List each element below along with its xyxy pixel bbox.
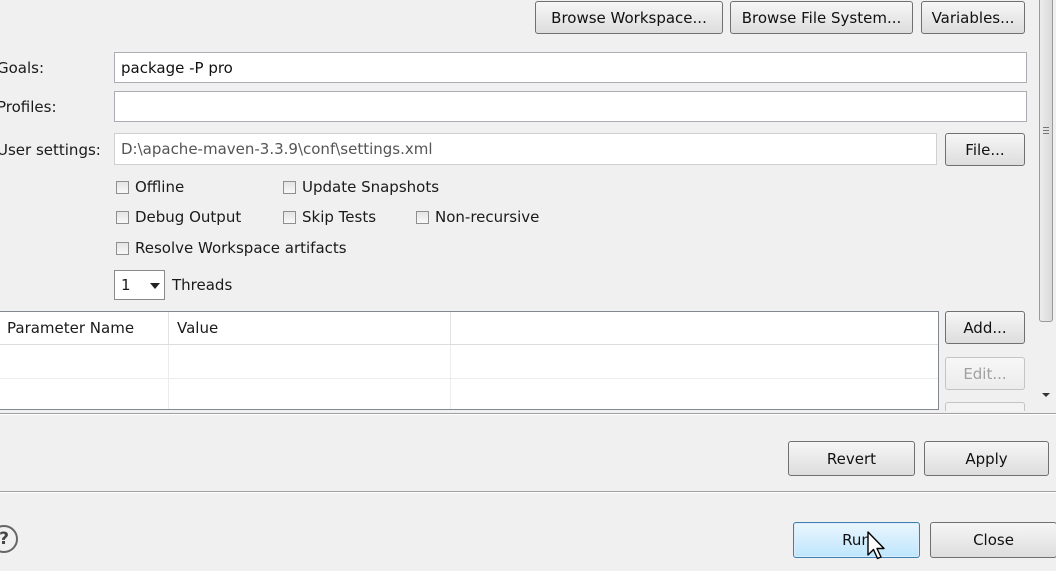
chevron-down-icon[interactable]	[146, 271, 164, 299]
column-header-filler	[450, 312, 938, 345]
threads-combo[interactable]: 1	[114, 270, 165, 300]
close-button[interactable]: Close	[930, 522, 1056, 558]
browse-workspace-button[interactable]: Browse Workspace...	[535, 1, 723, 34]
separator-top	[0, 413, 1056, 415]
update-snapshots-checkbox-label: Update Snapshots	[302, 178, 440, 196]
column-header-value[interactable]: Value	[168, 312, 451, 345]
non-recursive-checkbox-label: Non-recursive	[435, 208, 540, 226]
table-header-row: Parameter Name Value	[0, 312, 938, 345]
non-recursive-checkbox-box[interactable]	[416, 210, 429, 224]
help-icon[interactable]: ?	[0, 525, 18, 553]
skip-tests-checkbox-label: Skip Tests	[302, 208, 377, 226]
threads-label: Threads	[172, 276, 233, 294]
run-button[interactable]: Run	[793, 522, 920, 558]
scrollbar-thumb[interactable]	[1039, 0, 1053, 322]
threads-value: 1	[121, 276, 131, 294]
vertical-scrollbar[interactable]	[1036, 0, 1056, 408]
edit-parameter-button[interactable]: Edit...	[945, 357, 1025, 390]
offline-checkbox-box[interactable]	[116, 180, 129, 194]
user-settings-input[interactable]	[114, 133, 937, 165]
non-recursive-checkbox[interactable]: Non-recursive	[416, 208, 539, 226]
debug-output-checkbox[interactable]: Debug Output	[116, 208, 241, 226]
table-row[interactable]	[0, 378, 938, 409]
update-snapshots-checkbox-box[interactable]	[283, 180, 296, 194]
skip-tests-checkbox-box[interactable]	[283, 210, 296, 224]
update-snapshots-checkbox[interactable]: Update Snapshots	[283, 178, 439, 196]
help-icon-glyph: ?	[0, 529, 9, 549]
resolve-workspace-checkbox-label: Resolve Workspace artifacts	[135, 239, 347, 257]
table-row[interactable]	[0, 344, 938, 379]
mouse-pointer-icon	[867, 531, 885, 560]
file-button[interactable]: File...	[945, 133, 1025, 166]
goals-label: Goals:	[0, 59, 45, 77]
resolve-workspace-checkbox-box[interactable]	[116, 241, 129, 255]
goals-input[interactable]	[114, 52, 1027, 83]
column-header-parameter-name[interactable]: Parameter Name	[0, 312, 169, 345]
separator-bottom	[0, 491, 1056, 493]
user-settings-label: User settings:	[0, 141, 101, 159]
skip-tests-checkbox[interactable]: Skip Tests	[283, 208, 376, 226]
parameters-table[interactable]: Parameter Name Value	[0, 311, 939, 410]
debug-output-checkbox-box[interactable]	[116, 210, 129, 224]
profiles-label: Profiles:	[0, 98, 57, 116]
apply-button[interactable]: Apply	[924, 441, 1049, 476]
debug-output-checkbox-label: Debug Output	[135, 208, 242, 226]
revert-button[interactable]: Revert	[788, 441, 915, 476]
add-parameter-button[interactable]: Add...	[945, 311, 1025, 344]
offline-checkbox-label: Offline	[135, 178, 185, 196]
browse-file-system-button[interactable]: Browse File System...	[730, 1, 913, 34]
offline-checkbox[interactable]: Offline	[116, 178, 184, 196]
remove-parameter-button-partial[interactable]	[945, 402, 1025, 411]
variables-button[interactable]: Variables...	[921, 1, 1025, 34]
resolve-workspace-checkbox[interactable]: Resolve Workspace artifacts	[116, 239, 347, 257]
profiles-input[interactable]	[114, 91, 1027, 122]
scroll-down-arrow-icon[interactable]	[1040, 389, 1052, 401]
